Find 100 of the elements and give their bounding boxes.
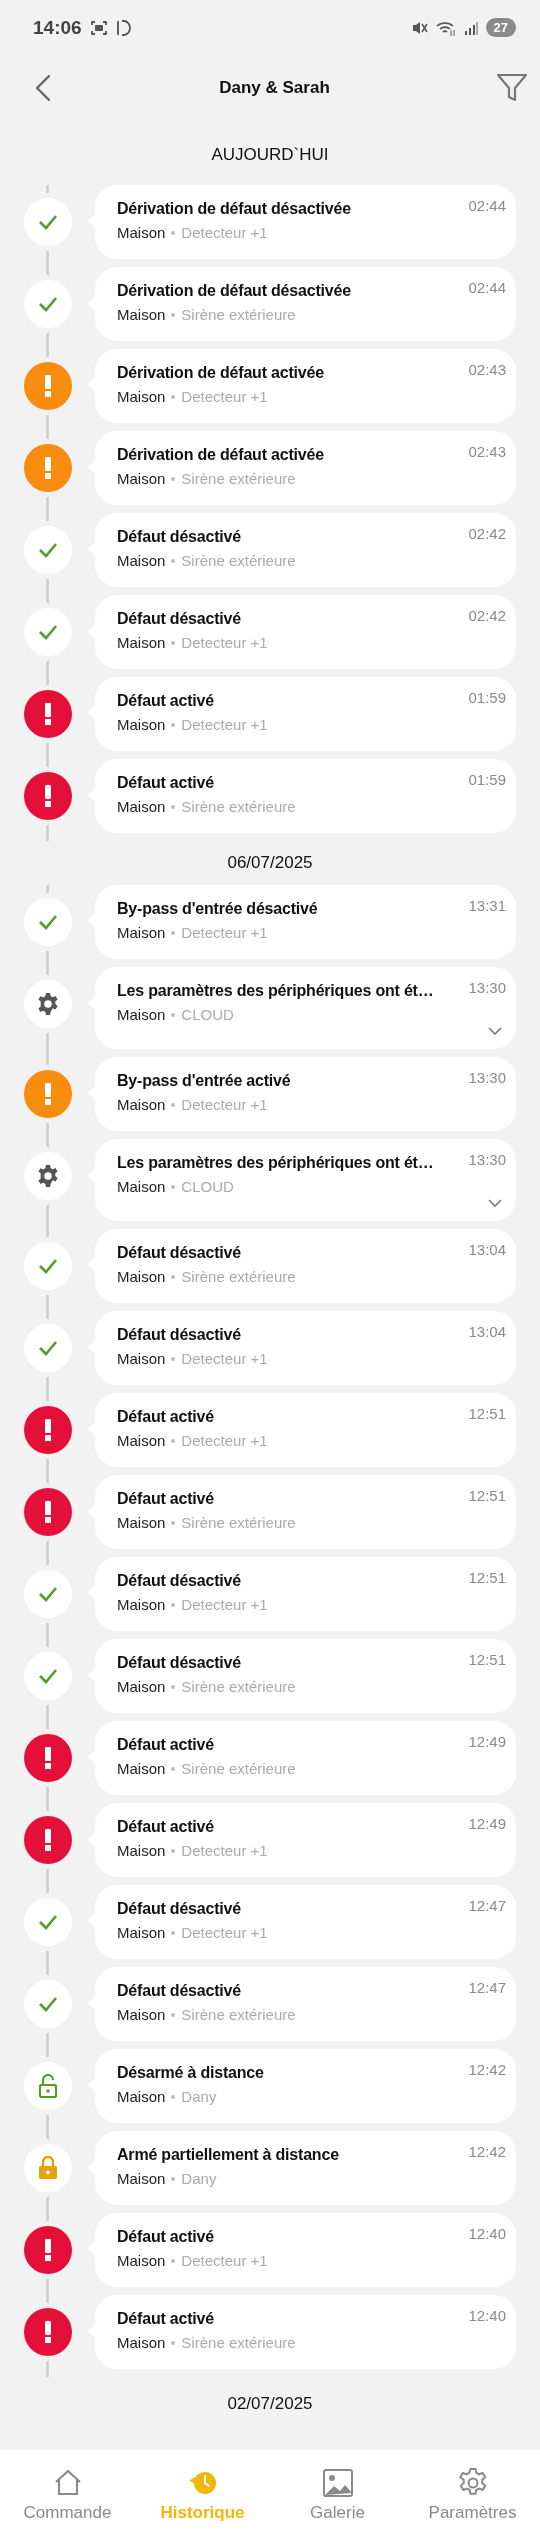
event-time: 12:47 xyxy=(468,1897,506,1914)
exclamation-icon xyxy=(44,703,52,725)
date-heading: 06/07/2025 xyxy=(227,852,313,874)
event-title: Défaut désactivé xyxy=(117,1900,241,1918)
event-title: Dérivation de défaut désactivée xyxy=(117,282,351,300)
event-title: Dérivation de défaut activée xyxy=(117,364,324,382)
event-location: Maison xyxy=(117,1514,166,1531)
event-source: Detecteur +1 xyxy=(181,224,268,241)
separator-dot xyxy=(171,1102,176,1107)
event-title: Défaut activé xyxy=(117,692,214,710)
event-source: Sirène extérieure xyxy=(181,1760,296,1777)
exclamation-icon xyxy=(44,785,52,807)
chevron-down-icon[interactable] xyxy=(488,1027,502,1035)
event-time: 02:44 xyxy=(468,197,506,214)
event-title: By-pass d'entrée activé xyxy=(117,1072,291,1090)
gear-icon xyxy=(36,992,60,1016)
event-title: Armé partiellement à distance xyxy=(117,2146,339,2164)
screen-title: Dany & Sarah xyxy=(219,78,330,98)
separator-dot xyxy=(171,1766,176,1771)
event-source: Sirène extérieure xyxy=(181,798,296,815)
event-time: 02:43 xyxy=(468,361,506,378)
event-location: Maison xyxy=(117,634,166,651)
event-time: 01:59 xyxy=(468,689,506,706)
separator-dot xyxy=(171,2258,176,2263)
event-source: Sirène extérieure xyxy=(181,1268,296,1285)
event-location: Maison xyxy=(117,1842,166,1859)
event-time: 12:42 xyxy=(468,2061,506,2078)
separator-dot xyxy=(171,1930,176,1935)
check-icon xyxy=(38,1668,58,1684)
exclamation-icon xyxy=(44,1419,52,1441)
check-icon xyxy=(38,1340,58,1356)
event-location: Maison xyxy=(117,1760,166,1777)
event-source: CLOUD xyxy=(181,1178,234,1195)
separator-dot xyxy=(171,312,176,317)
event-source: Detecteur +1 xyxy=(181,388,268,405)
nav-tab[interactable]: Commande xyxy=(0,2450,135,2540)
event-time: 13:30 xyxy=(468,979,506,996)
event-source: Detecteur +1 xyxy=(181,1842,268,1859)
exclamation-icon xyxy=(44,2239,52,2261)
event-source: Sirène extérieure xyxy=(181,470,296,487)
event-location: Maison xyxy=(117,2170,166,2187)
event-location: Maison xyxy=(117,2006,166,2023)
exclamation-icon xyxy=(44,1083,52,1105)
chevron-down-icon[interactable] xyxy=(488,1199,502,1207)
check-icon xyxy=(38,914,58,930)
event-source: Sirène extérieure xyxy=(181,1678,296,1695)
filter-icon[interactable] xyxy=(496,72,528,104)
event-location: Maison xyxy=(117,1432,166,1449)
event-title: Défaut activé xyxy=(117,1408,214,1426)
event-source: Dany xyxy=(181,2088,217,2105)
unlocked-padlock-icon xyxy=(38,2074,58,2098)
event-time: 13:04 xyxy=(468,1323,506,1340)
separator-dot xyxy=(171,804,176,809)
check-icon xyxy=(38,624,58,640)
clock-time: 14:06 xyxy=(33,16,82,39)
back-icon[interactable] xyxy=(33,73,53,103)
separator-dot xyxy=(171,2012,176,2017)
separator-dot xyxy=(171,476,176,481)
separator-dot xyxy=(171,930,176,935)
event-location: Maison xyxy=(117,470,166,487)
event-source: Detecteur +1 xyxy=(181,1432,268,1449)
event-location: Maison xyxy=(117,2252,166,2269)
event-location: Maison xyxy=(117,2088,166,2105)
wifi-icon xyxy=(435,19,456,36)
check-icon xyxy=(38,214,58,230)
event-title: Dérivation de défaut activée xyxy=(117,446,324,464)
event-title: Défaut désactivé xyxy=(117,610,241,628)
exclamation-icon xyxy=(44,375,52,397)
separator-dot xyxy=(171,2176,176,2181)
exclamation-icon xyxy=(44,1501,52,1523)
event-location: Maison xyxy=(117,924,166,941)
event-source: Sirène extérieure xyxy=(181,1514,296,1531)
event-source: Sirène extérieure xyxy=(181,2334,296,2351)
event-time: 12:47 xyxy=(468,1979,506,1996)
battery-indicator: 27 xyxy=(485,18,516,37)
separator-dot xyxy=(171,230,176,235)
exclamation-icon xyxy=(44,1829,52,1851)
exclamation-icon xyxy=(44,457,52,479)
event-location: Maison xyxy=(117,1596,166,1613)
event-location: Maison xyxy=(117,798,166,815)
event-title: By-pass d'entrée désactivé xyxy=(117,900,318,918)
separator-dot xyxy=(171,1684,176,1689)
event-title: Défaut activé xyxy=(117,1490,214,1508)
event-title: Les paramètres des périphériques ont ét… xyxy=(117,982,434,1000)
event-title: Défaut désactivé xyxy=(117,1326,241,1344)
event-time: 02:42 xyxy=(468,607,506,624)
check-icon xyxy=(38,1996,58,2012)
event-location: Maison xyxy=(117,224,166,241)
event-time: 01:59 xyxy=(468,771,506,788)
separator-dot xyxy=(171,394,176,399)
exclamation-icon xyxy=(44,1747,52,1769)
check-icon xyxy=(38,296,58,312)
date-heading: 02/07/2025 xyxy=(227,2393,313,2415)
separator-dot xyxy=(171,1012,176,1017)
event-title: Défaut désactivé xyxy=(117,1244,241,1262)
separator-dot xyxy=(171,1184,176,1189)
event-title: Défaut désactivé xyxy=(117,1982,241,2000)
event-time: 02:44 xyxy=(468,279,506,296)
event-title: Les paramètres des périphériques ont ét… xyxy=(117,1154,434,1172)
check-icon xyxy=(38,1914,58,1930)
